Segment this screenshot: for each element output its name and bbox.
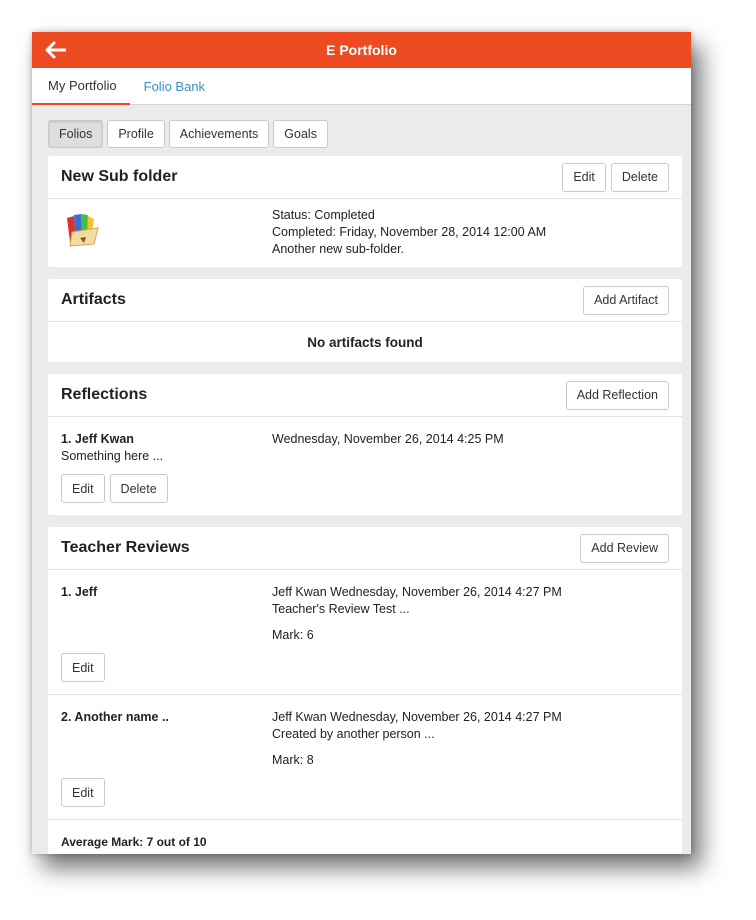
review-meta: Jeff Kwan Wednesday, November 26, 2014 4…: [272, 585, 562, 599]
folder-delete-button[interactable]: Delete: [610, 162, 669, 192]
segment-folios[interactable]: Folios: [48, 120, 104, 148]
tab-folio-bank[interactable]: Folio Bank: [130, 68, 218, 104]
review-reviewer-name: 2. Another name ..: [61, 710, 169, 724]
app-window: E Portfolio My Portfolio Folio Bank Foli…: [32, 32, 691, 854]
back-button[interactable]: [44, 35, 84, 65]
folder-details: Status: Completed Completed: Friday, Nov…: [48, 199, 682, 267]
folder-edit-button[interactable]: Edit: [562, 162, 606, 192]
section-switcher: Folios Profile Achievements Goals: [48, 120, 682, 148]
reflection-author: 1. Jeff Kwan: [61, 432, 134, 446]
reflection-date: Wednesday, November 26, 2014 4:25 PM: [272, 432, 504, 446]
reflections-title: Reflections: [61, 386, 148, 403]
artifacts-card-header: Artifacts Add Artifact: [48, 279, 682, 322]
review-mark: Mark: 8: [272, 753, 314, 767]
review-meta: Jeff Kwan Wednesday, November 26, 2014 4…: [272, 710, 562, 724]
review-reviewer-name: 1. Jeff: [61, 585, 98, 599]
review-text: Teacher's Review Test ...: [272, 602, 410, 616]
reflection-item: 1. Jeff Kwan Something here ... Wednesda…: [48, 417, 682, 515]
header-bar: E Portfolio: [32, 32, 691, 68]
folder-description: Another new sub-folder.: [272, 242, 405, 256]
reflections-card: Reflections Add Reflection 1. Jeff Kwan …: [48, 374, 682, 515]
app-title: E Portfolio: [326, 42, 397, 58]
review-item: 1. Jeff Jeff Kwan Wednesday, November 26…: [48, 570, 682, 695]
review-item: 2. Another name .. Jeff Kwan Wednesday, …: [48, 695, 682, 820]
add-review-button[interactable]: Add Review: [580, 533, 669, 563]
folder-icon: [67, 214, 99, 247]
folder-completed-date: Completed: Friday, November 28, 2014 12:…: [272, 225, 547, 239]
arrow-left-icon: [45, 41, 66, 59]
main-content: Folios Profile Achievements Goals New Su…: [32, 105, 691, 854]
teacher-reviews-card: Teacher Reviews Add Review 1. Jeff Jeff …: [48, 527, 682, 854]
review-edit-button[interactable]: Edit: [61, 653, 105, 682]
add-reflection-button[interactable]: Add Reflection: [565, 380, 669, 410]
tab-my-portfolio[interactable]: My Portfolio: [32, 68, 130, 105]
teacher-reviews-card-header: Teacher Reviews Add Review: [48, 527, 682, 570]
tab-bar: My Portfolio Folio Bank: [32, 68, 691, 105]
segment-profile[interactable]: Profile: [107, 120, 165, 148]
review-edit-button[interactable]: Edit: [61, 778, 105, 807]
reflection-delete-button[interactable]: Delete: [109, 474, 168, 503]
folder-card: New Sub folder Edit Delete Status: Compl…: [48, 156, 682, 267]
artifacts-title: Artifacts: [61, 291, 126, 308]
average-mark: Average Mark: 7 out of 10: [61, 834, 207, 849]
reflection-text: Something here ...: [61, 449, 164, 463]
reflection-edit-button[interactable]: Edit: [61, 474, 105, 503]
segment-achievements[interactable]: Achievements: [168, 120, 270, 148]
segment-goals[interactable]: Goals: [273, 120, 328, 148]
review-mark: Mark: 6: [272, 628, 314, 642]
folder-status: Status: Completed: [272, 208, 375, 222]
folder-title: New Sub folder: [61, 168, 178, 185]
artifacts-empty-message: No artifacts found: [307, 334, 423, 350]
artifacts-card: Artifacts Add Artifact No artifacts foun…: [48, 279, 682, 362]
folder-card-header: New Sub folder Edit Delete: [48, 156, 682, 199]
teacher-reviews-title: Teacher Reviews: [61, 539, 190, 556]
add-artifact-button[interactable]: Add Artifact: [583, 285, 669, 315]
review-text: Created by another person ...: [272, 727, 435, 741]
reflections-card-header: Reflections Add Reflection: [48, 374, 682, 417]
